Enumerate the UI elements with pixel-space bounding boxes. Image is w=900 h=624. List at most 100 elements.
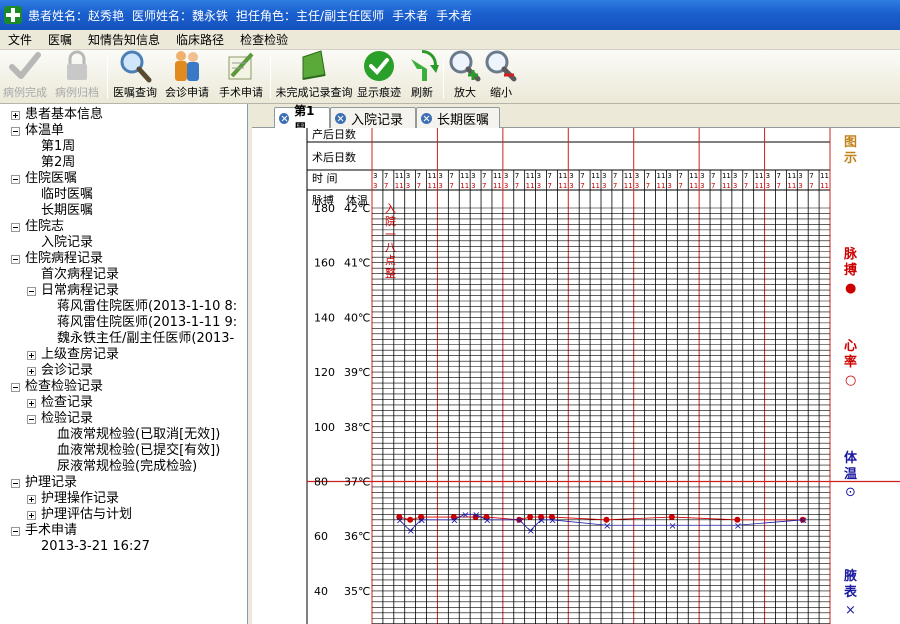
collapse-icon[interactable]: [11, 255, 20, 264]
tree-item[interactable]: 血液常规检验(已取消[无效]): [0, 427, 247, 443]
close-tab-icon[interactable]: [335, 112, 346, 124]
toolbar-label: 会诊申请: [165, 86, 209, 99]
collapse-icon[interactable]: [27, 415, 36, 424]
tree-item-label: 尿液常规检验(完成检验): [57, 459, 198, 474]
tree-item-label: 第2周: [41, 155, 76, 170]
refresh-button[interactable]: 刷新: [404, 49, 440, 103]
tree-item[interactable]: 长期医嘱: [0, 203, 247, 219]
hour-mark: 7: [384, 172, 388, 180]
tab-admission-record[interactable]: 入院记录: [330, 107, 416, 128]
collapse-icon[interactable]: [11, 479, 20, 488]
tree-item[interactable]: 体温单: [0, 123, 247, 139]
show-trace-button[interactable]: 显示痕迹: [354, 49, 404, 103]
tree-item[interactable]: 检验记录: [0, 411, 247, 427]
tree-item[interactable]: 入院记录: [0, 235, 247, 251]
expand-icon[interactable]: [27, 399, 36, 408]
hour-mark: 11: [689, 182, 698, 190]
hour-mark: 3: [438, 172, 442, 180]
collapse-icon[interactable]: [11, 527, 20, 536]
hour-mark: 7: [744, 182, 748, 190]
tree-item[interactable]: 住院病程记录: [0, 251, 247, 267]
menu-exam-test[interactable]: 检查检验: [240, 31, 288, 48]
tree-item-label: 住院医嘱: [25, 171, 78, 186]
toolbar-label: 病例完成: [3, 86, 47, 99]
toolbar-separator: [270, 55, 271, 99]
tab-strip: 第1周 入院记录 长期医嘱: [252, 104, 900, 135]
tree-item[interactable]: 蒋风雷住院医师(2013-1-10 8:: [0, 299, 247, 315]
close-tab-icon[interactable]: [421, 112, 432, 124]
tree-item-label: 手术申请: [25, 523, 78, 538]
hour-mark: 11: [395, 182, 404, 190]
hour-mark: 3: [798, 172, 802, 180]
tree-item[interactable]: 尿液常规检验(完成检验): [0, 459, 247, 475]
tab-long-term-orders[interactable]: 长期医嘱: [416, 107, 500, 128]
expand-icon[interactable]: [27, 495, 36, 504]
collapse-icon[interactable]: [11, 127, 20, 136]
expand-icon[interactable]: [27, 367, 36, 376]
tree-item[interactable]: 住院医嘱: [0, 171, 247, 187]
magnifier-icon: [120, 50, 152, 83]
zoom-out-button[interactable]: 缩小: [483, 49, 519, 103]
legend-title: 心: [844, 339, 857, 354]
hour-mark: 7: [547, 182, 551, 190]
tree-item[interactable]: 护理操作记录: [0, 491, 247, 507]
collapse-icon[interactable]: [11, 383, 20, 392]
consult-request-button[interactable]: 会诊申请: [159, 49, 215, 103]
tree-item[interactable]: 第1周: [0, 139, 247, 155]
admission-annotation: 八: [385, 241, 396, 254]
tree-item[interactable]: 会诊记录: [0, 363, 247, 379]
tab-week-1[interactable]: 第1周: [274, 104, 330, 135]
incomplete-records-query-button[interactable]: 未完成记录查询: [274, 49, 354, 103]
collapse-icon[interactable]: [11, 175, 20, 184]
tree-item[interactable]: 魏永铁主任/副主任医师(2013-: [0, 331, 247, 347]
tree-item[interactable]: 临时医嘱: [0, 187, 247, 203]
collapse-icon[interactable]: [11, 223, 20, 232]
surgery-request-button[interactable]: 手术申请: [215, 49, 267, 103]
zoom-in-button[interactable]: 放大: [447, 49, 483, 103]
hour-mark: 3: [569, 182, 573, 190]
menu-file[interactable]: 文件: [8, 31, 32, 48]
tree-item[interactable]: 检查检验记录: [0, 379, 247, 395]
hour-mark: 3: [406, 182, 410, 190]
tree-item[interactable]: 检查记录: [0, 395, 247, 411]
tree-item[interactable]: 手术申请: [0, 523, 247, 539]
hour-mark: 7: [809, 182, 813, 190]
menu-clinical-pathway[interactable]: 临床路径: [176, 31, 224, 48]
tree-item[interactable]: 蒋风雷住院医师(2013-1-11 9:: [0, 315, 247, 331]
tree-item[interactable]: 护理评估与计划: [0, 507, 247, 523]
tree-item[interactable]: 首次病程记录: [0, 267, 247, 283]
hour-mark: 3: [602, 182, 606, 190]
menu-consent-info[interactable]: 知情告知信息: [88, 31, 160, 48]
temperature-point: ×: [799, 515, 807, 526]
tree-item[interactable]: 患者基本信息: [0, 107, 247, 123]
tree-item[interactable]: 日常病程记录: [0, 283, 247, 299]
expand-icon[interactable]: [27, 511, 36, 520]
tree-item-label: 护理评估与计划: [41, 507, 133, 522]
expand-icon[interactable]: [27, 351, 36, 360]
expand-icon[interactable]: [11, 111, 20, 120]
hour-mark: 3: [635, 172, 639, 180]
hour-mark: 11: [787, 172, 796, 180]
hour-mark: 3: [733, 182, 737, 190]
tree-item-label: 首次病程记录: [41, 267, 120, 282]
tree-item-label: 长期医嘱: [41, 203, 94, 218]
tree-item-label: 蒋风雷住院医师(2013-1-10 8:: [57, 299, 238, 314]
legend-title: 表: [843, 584, 858, 600]
tree-item[interactable]: 血液常规检验(已提交[有效]): [0, 443, 247, 459]
record-archive-button[interactable]: 病例归档: [50, 49, 104, 103]
pulse-point: [407, 516, 414, 523]
tree-item[interactable]: 上级查房记录: [0, 347, 247, 363]
record-complete-button[interactable]: 病例完成: [0, 49, 50, 103]
close-tab-icon[interactable]: [279, 113, 290, 124]
hour-mark: 3: [569, 172, 573, 180]
tree-item[interactable]: 住院志: [0, 219, 247, 235]
admission-annotation: 入: [385, 202, 396, 215]
lock-icon: [67, 50, 87, 80]
tree-item[interactable]: 2013-3-21 16:27: [0, 539, 247, 555]
collapse-icon[interactable]: [27, 287, 36, 296]
tree-item[interactable]: 第2周: [0, 155, 247, 171]
order-query-button[interactable]: 医嘱查询: [111, 49, 159, 103]
tree-item[interactable]: 护理记录: [0, 475, 247, 491]
menu-orders[interactable]: 医嘱: [48, 31, 72, 48]
temperature-sheet: 产后日数 术后日数时 间脉搏 体温 3 3 7 7 11 11 3 3 7 7 11 11 3 3 7 7 11 11 3…: [252, 128, 900, 624]
